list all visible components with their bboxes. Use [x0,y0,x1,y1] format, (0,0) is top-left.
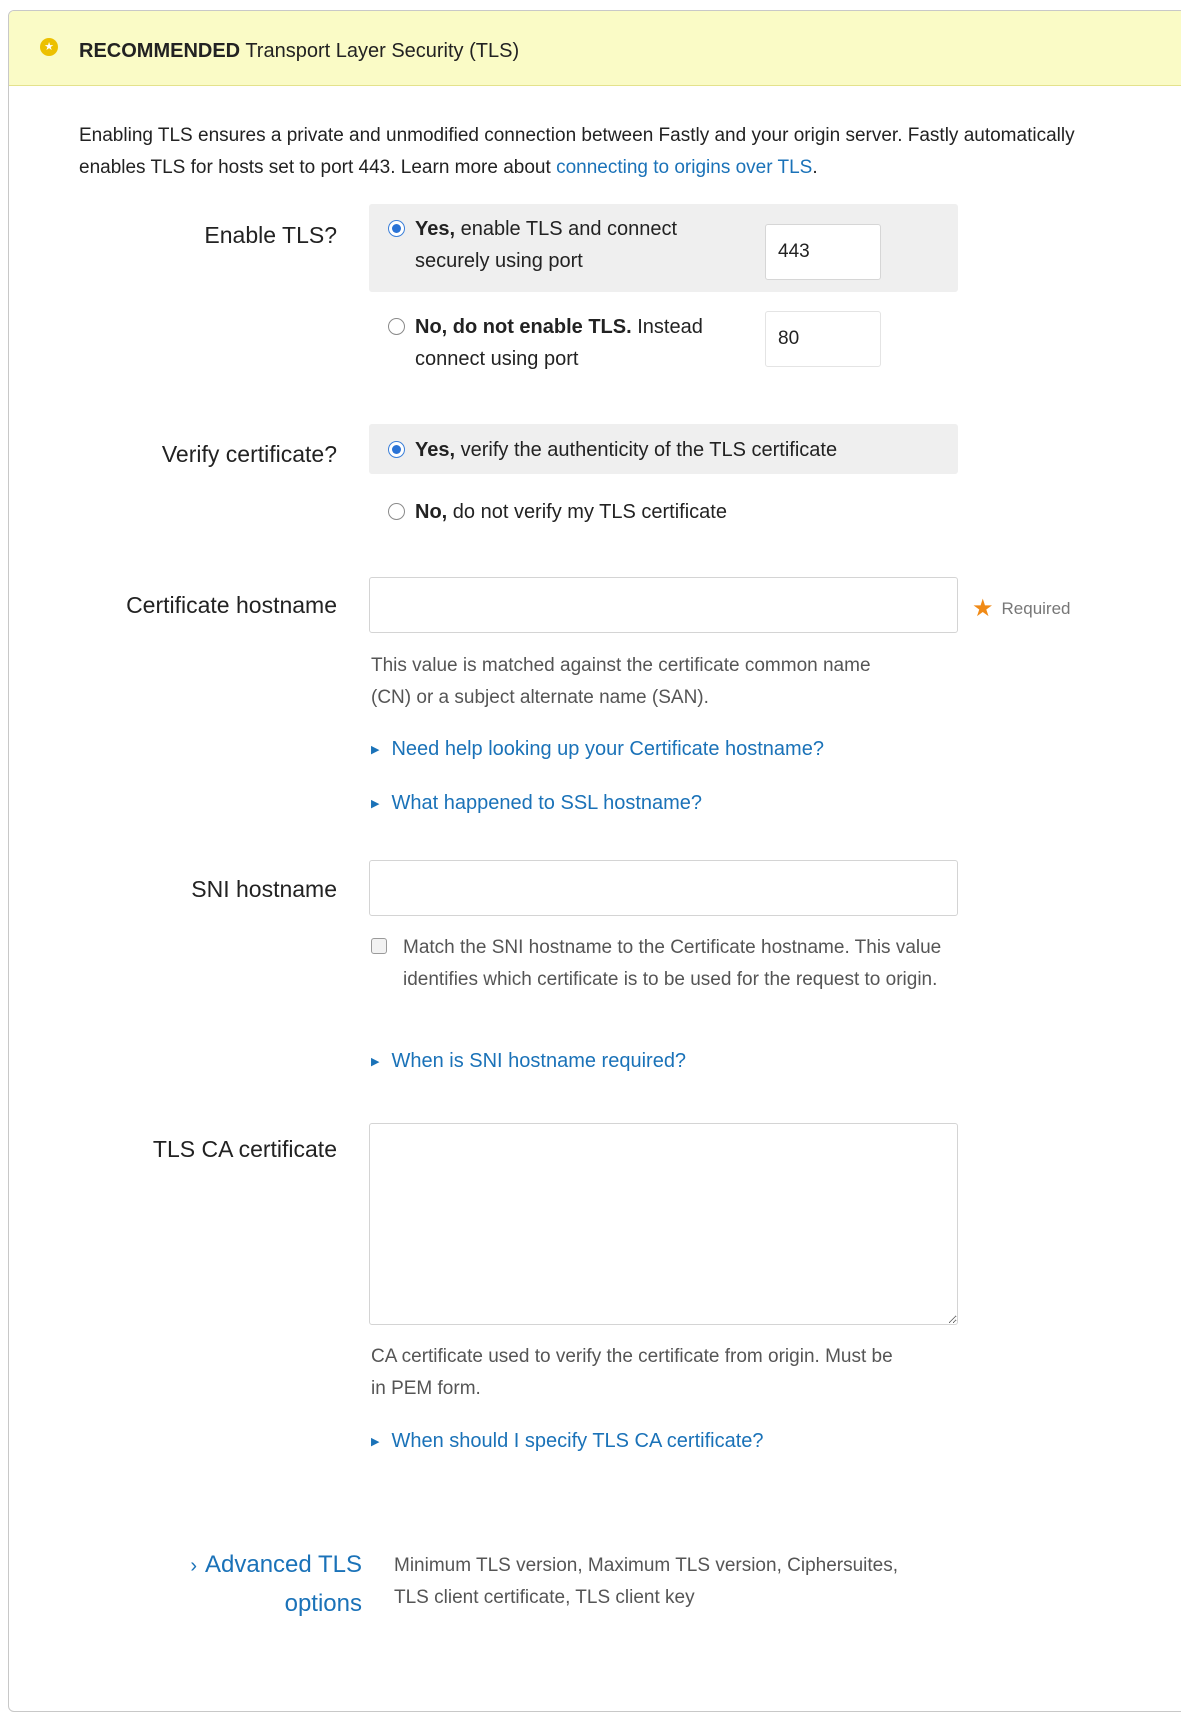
star-circle-icon: ★ [40,38,58,56]
banner-title: RECOMMENDED Transport Layer Security (TL… [79,40,519,63]
sni-required-tip[interactable]: ▶ When is SNI hostname required? [371,1050,686,1073]
ca-cert-tip-text: When should I specify TLS CA certificate… [391,1430,764,1452]
sni-hostname-input[interactable] [369,860,958,916]
ca-cert-label: TLS CA certificate [152,1136,337,1162]
enable-tls-no-text: No, do not enable TLS. Instead connect u… [415,311,745,375]
advanced-tls-description: Minimum TLS version, Maximum TLS version… [394,1555,899,1608]
enable-tls-no-radio[interactable] [388,318,405,335]
ca-cert-textarea[interactable] [369,1123,958,1325]
required-text: Required [1001,599,1071,618]
enable-tls-label: Enable TLS? [204,222,337,248]
cert-hostname-tip[interactable]: ▶ Need help looking up your Certificate h… [371,738,824,761]
cert-hostname-tip-text: Need help looking up your Certificate ho… [391,738,824,760]
cert-hostname-label: Certificate hostname [126,592,337,618]
cert-hostname-help: This value is matched against the certif… [371,655,871,708]
cert-hostname-input[interactable] [369,577,958,633]
verify-cert-yes-bold: Yes, [415,439,456,461]
sni-required-tip-text: When is SNI hostname required? [391,1050,687,1072]
caret-right-icon: ▶ [371,1436,380,1448]
enable-tls-yes-bold: Yes, [415,218,456,240]
caret-right-icon: ▶ [371,798,380,810]
verify-cert-yes-text: Yes, verify the authenticity of the TLS … [415,434,837,466]
ssl-hostname-tip[interactable]: ▶ What happened to SSL hostname? [371,792,702,815]
match-sni-checkbox[interactable] [371,938,387,954]
verify-cert-yes-radio[interactable] [388,441,405,458]
advanced-tls-options-link[interactable]: › Advanced TLS options [168,1546,362,1623]
tls-port-input[interactable] [765,224,881,280]
verify-cert-no-bold: No, [415,501,448,523]
intro-paragraph: Enabling TLS ensures a private and unmod… [79,120,1139,184]
required-star-icon: ★ [972,595,994,622]
required-indicator: ★ Required [972,594,1071,623]
match-sni-text: Match the SNI hostname to the Certificat… [403,937,942,990]
verify-cert-no-desc: do not verify my TLS certificate [447,501,727,523]
sni-hostname-label: SNI hostname [191,876,337,902]
enable-tls-yes-desc: enable TLS and connect securely using po… [415,218,678,272]
advanced-tls-options-text: Advanced TLS options [205,1551,362,1617]
intro-end: . [812,157,818,178]
verify-cert-yes-desc: verify the authenticity of the TLS certi… [455,439,838,461]
enable-tls-yes-text: Yes, enable TLS and connect securely usi… [415,213,715,277]
non-tls-port-input[interactable] [765,311,881,367]
caret-right-icon: ▶ [371,1056,380,1068]
verify-cert-no-text: No, do not verify my TLS certificate [415,496,727,528]
ssl-hostname-tip-text: What happened to SSL hostname? [391,792,703,814]
caret-right-icon: ▶ [371,744,380,756]
ca-cert-tip[interactable]: ▶ When should I specify TLS CA certificat… [371,1430,764,1453]
banner-badge: RECOMMENDED [79,40,241,62]
tls-origins-link[interactable]: connecting to origins over TLS [556,157,812,178]
banner-title-text: Transport Layer Security (TLS) [245,40,520,62]
enable-tls-no-bold: No, do not enable TLS. [415,316,632,338]
enable-tls-yes-radio[interactable] [388,220,405,237]
ca-cert-help: CA certificate used to verify the certif… [371,1346,893,1399]
verify-cert-label: Verify certificate? [161,441,337,467]
verify-cert-no-radio[interactable] [388,503,405,520]
chevron-right-icon: › [190,1555,197,1577]
